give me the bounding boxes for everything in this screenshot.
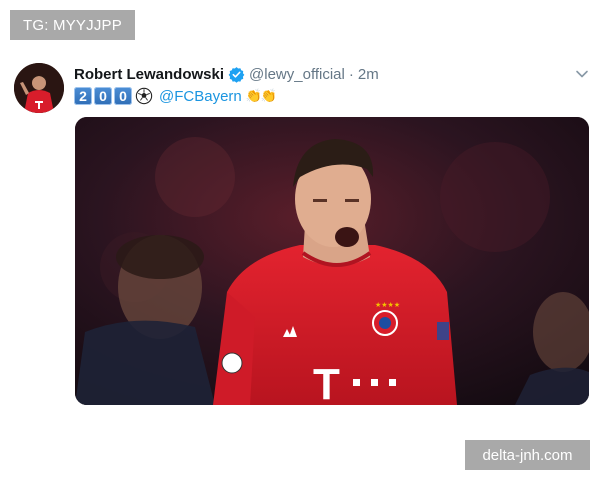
tweet-timestamp[interactable]: 2m	[358, 66, 379, 83]
author-name[interactable]: Robert Lewandowski	[74, 66, 224, 83]
separator-dot: ·	[348, 65, 354, 83]
keycap-digit: 2	[74, 87, 92, 105]
avatar[interactable]	[14, 63, 64, 113]
tweet-media-photo[interactable]: ★★★★ T	[75, 117, 589, 405]
svg-text:★★★★: ★★★★	[375, 301, 400, 309]
clapping-hands-emoji: 👏👏	[245, 88, 277, 103]
author-handle[interactable]: @lewy_official	[249, 66, 345, 83]
verified-badge-icon	[228, 66, 245, 83]
mention-link[interactable]: @FCBayern	[159, 88, 242, 105]
watermark-badge: delta-jnh.com	[465, 440, 590, 470]
tweet-header: Robert Lewandowski @lewy_official · 2m	[74, 64, 379, 84]
keycap-digit: 0	[94, 87, 112, 105]
chevron-down-icon[interactable]	[574, 66, 590, 82]
tweet-text: 2 0 0 @FCBayern 👏👏	[74, 86, 277, 106]
shirt-letter: T	[313, 360, 340, 405]
soccer-ball-icon	[135, 87, 153, 105]
top-tag-badge: TG: MYYJJPP	[10, 10, 135, 40]
keycap-digit: 0	[114, 87, 132, 105]
